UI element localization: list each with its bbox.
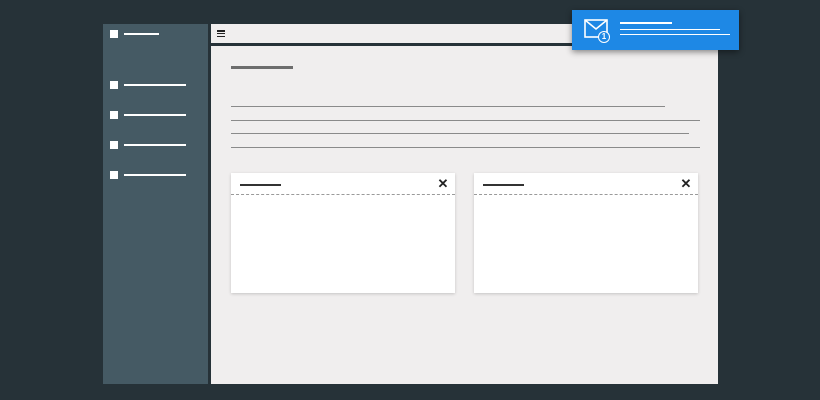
card-title: [483, 184, 524, 186]
sidebar-item-label: [124, 174, 186, 176]
close-icon[interactable]: ✕: [680, 177, 692, 191]
sidebar-item-label: [124, 114, 186, 116]
page-title: [231, 66, 293, 69]
checkbox-icon[interactable]: [110, 111, 118, 119]
card-header: ✕: [231, 173, 455, 195]
text-line: [231, 147, 700, 148]
sidebar-item-header[interactable]: [110, 30, 159, 38]
notification-text-line: [620, 34, 730, 35]
sidebar-item-label: [124, 144, 186, 146]
main-content: ✕ ✕: [211, 24, 718, 384]
sidebar-item-1[interactable]: [110, 81, 186, 89]
sidebar-item-label: [124, 33, 159, 35]
app-window: ✕ ✕: [103, 24, 718, 384]
hamburger-menu-icon[interactable]: [217, 30, 225, 37]
sidebar-item-3[interactable]: [110, 141, 186, 149]
sidebar-item-label: [124, 84, 186, 86]
text-line: [231, 106, 665, 107]
sidebar-item-2[interactable]: [110, 111, 186, 119]
card-title: [240, 184, 281, 186]
text-line: [231, 133, 689, 134]
card-panel: ✕: [474, 173, 698, 293]
card-header: ✕: [474, 173, 698, 195]
text-line: [231, 120, 700, 121]
notification-text: [572, 10, 573, 11]
checkbox-icon[interactable]: [110, 30, 118, 38]
notification-toast[interactable]: 1: [572, 10, 739, 50]
checkbox-icon[interactable]: [110, 171, 118, 179]
notification-text-line: [620, 29, 720, 30]
card-panel: ✕: [231, 173, 455, 293]
sidebar-item-4[interactable]: [110, 171, 186, 179]
notification-badge: 1: [598, 31, 610, 43]
checkbox-icon[interactable]: [110, 141, 118, 149]
close-icon[interactable]: ✕: [437, 177, 449, 191]
notification-title-line: [620, 22, 672, 24]
checkbox-icon[interactable]: [110, 81, 118, 89]
sidebar: [103, 24, 208, 384]
